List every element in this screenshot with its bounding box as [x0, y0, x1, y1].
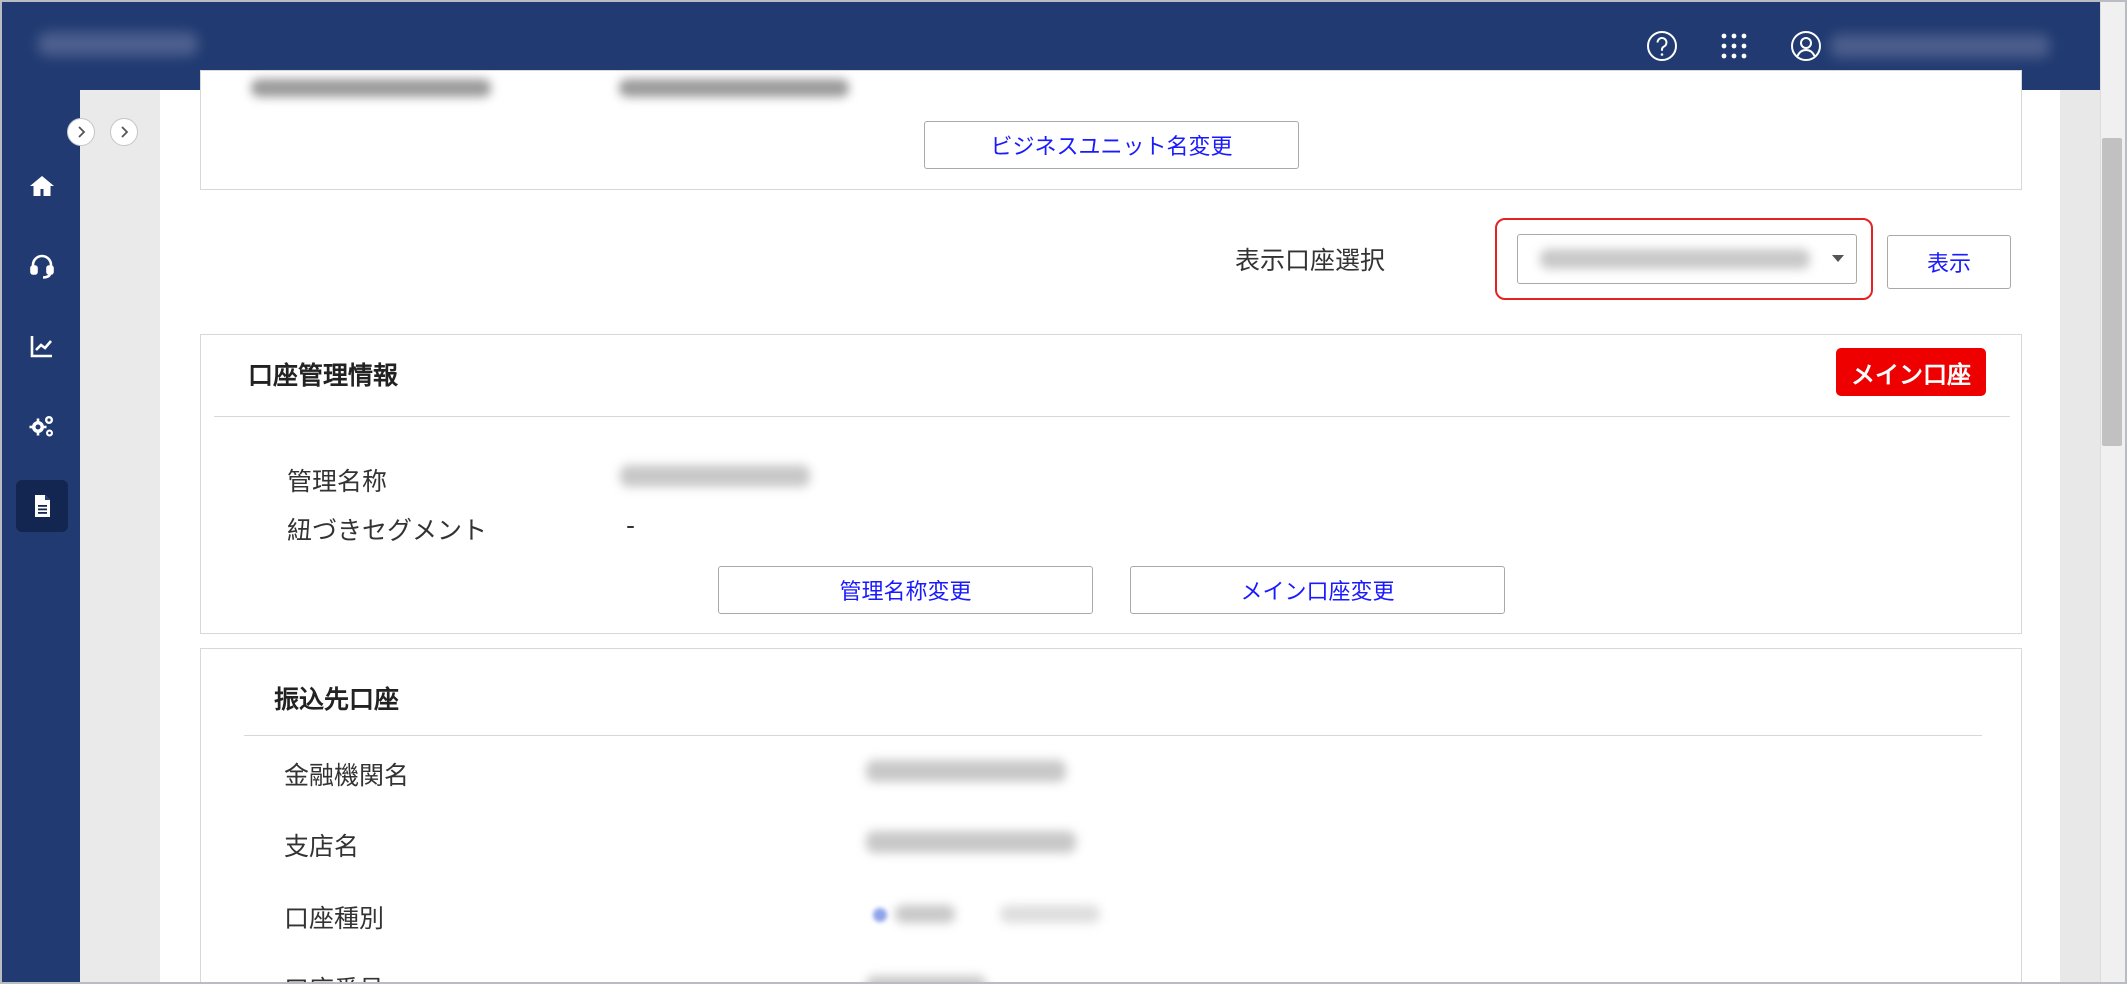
account-select-highlight	[1495, 218, 1873, 300]
rename-management-name-button[interactable]: 管理名称変更	[718, 566, 1093, 614]
field-label-branch-name: 支店名	[284, 832, 360, 861]
help-icon[interactable]	[1645, 29, 1679, 63]
transfer-account-title: 振込先口座	[274, 685, 400, 714]
user-icon[interactable]	[1789, 29, 1823, 63]
change-main-account-button[interactable]: メイン口座変更	[1130, 566, 1505, 614]
field-label-linked-segment: 紐づきセグメント	[287, 516, 488, 545]
business-unit-card: ビジネスユニット名変更	[200, 70, 2022, 190]
sidebar	[2, 90, 80, 982]
field-value-bank-name	[866, 760, 1066, 782]
brand-logo	[38, 32, 198, 56]
chevron-right-icon	[78, 126, 86, 138]
field-label-account-type: 口座種別	[284, 904, 385, 933]
sidebar-item-analytics[interactable]	[16, 320, 68, 372]
account-mgmt-title: 口座管理情報	[248, 361, 399, 390]
main-content: ビジネスユニット名変更 表示口座選択 表示 口座管理情報 メイン口座 管理名称 …	[160, 70, 2060, 982]
document-icon	[35, 495, 50, 517]
sidebar-item-documents[interactable]	[16, 480, 68, 532]
field-label-bank-name: 金融機関名	[284, 761, 410, 790]
field-value-linked-segment: -	[626, 511, 636, 540]
collapse-sidebar-button[interactable]	[67, 118, 95, 146]
radio-ordinary-label	[895, 905, 955, 923]
sidebar-item-support[interactable]	[16, 240, 68, 292]
field-value-management-name	[620, 465, 810, 487]
account-select-dropdown[interactable]	[1517, 234, 1857, 284]
main-account-badge: メイン口座	[1836, 348, 1986, 396]
change-business-unit-button[interactable]: ビジネスユニット名変更	[924, 121, 1299, 169]
settings-gears-icon	[29, 416, 53, 437]
field-value-branch-name	[866, 831, 1076, 853]
chevron-down-icon	[1832, 255, 1844, 262]
transfer-account-divider	[244, 735, 1982, 736]
chart-icon	[30, 336, 52, 358]
radio-current-label	[1000, 905, 1100, 923]
home-icon	[30, 176, 54, 196]
field-label-account-number: 口座番号	[284, 970, 384, 982]
sidebar-item-home[interactable]	[16, 160, 68, 212]
radio-ordinary[interactable]	[873, 908, 887, 922]
headset-icon	[30, 254, 54, 279]
app-window: ビジネスユニット名変更 表示口座選択 表示 口座管理情報 メイン口座 管理名称 …	[0, 0, 2127, 984]
chevron-right-icon	[121, 126, 129, 138]
field-label-management-name: 管理名称	[287, 467, 388, 496]
account-mgmt-divider	[214, 416, 2010, 417]
window-scrollbar-thumb[interactable]	[2102, 138, 2122, 446]
business-unit-value	[619, 79, 849, 97]
account-select-label: 表示口座選択	[1235, 246, 1386, 275]
account-select-value	[1540, 249, 1810, 269]
user-name[interactable]	[1830, 34, 2050, 58]
expand-panel-button[interactable]	[110, 118, 138, 146]
show-button[interactable]: 表示	[1887, 235, 2011, 289]
content-scroll-track	[2060, 90, 2100, 982]
apps-grid-icon[interactable]	[1717, 29, 1751, 63]
business-unit-label	[251, 79, 491, 97]
transfer-account-card	[200, 648, 2022, 982]
account-mgmt-card	[200, 334, 2022, 634]
sidebar-item-settings[interactable]	[16, 400, 68, 452]
sidebar-gutter	[80, 90, 160, 982]
field-value-account-number	[866, 976, 986, 982]
